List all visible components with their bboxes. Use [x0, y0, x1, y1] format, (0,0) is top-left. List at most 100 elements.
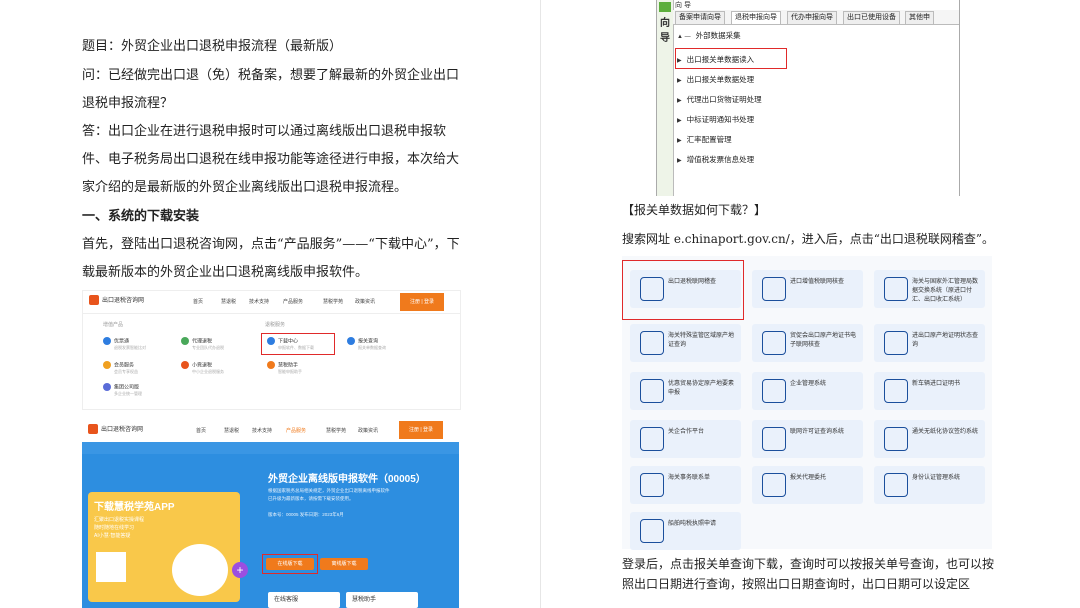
- search-icon: [762, 427, 786, 451]
- software-title: 外贸企业离线版申报软件（00005）: [268, 474, 426, 485]
- download-page-screenshot: 出口退税咨询网 首页 慧退税 技术支持 产品服务 慧税学苑 政策资讯 注册 | …: [82, 418, 459, 608]
- refund-check-highlight: [622, 260, 744, 320]
- download-button-highlight: [262, 554, 318, 574]
- site-logo: 出口退税咨询网: [89, 295, 144, 306]
- nav2-academy[interactable]: 慧税学苑: [326, 427, 346, 434]
- software-desc-1: 根据国家税务总局相关规定，外贸企业出口退税离线申报软件: [268, 488, 390, 493]
- wizard-tabs: 备案申请向导 退税申报向导 代办申报向导 出口已使用设备 其他申: [673, 10, 959, 25]
- promo-line: 随时随地在线学习: [94, 525, 135, 531]
- tile-ccpit-origin[interactable]: 贸促会出口原产地证书电子联网核查: [752, 324, 863, 362]
- id-card-icon: [884, 473, 908, 497]
- crown-icon: [103, 361, 111, 369]
- menu-item-xiaojing[interactable]: 小竟退税 中小企业退税服务: [181, 361, 224, 375]
- data-import-highlight: [675, 48, 787, 69]
- site-logo-2: 出口退税咨询网: [88, 424, 143, 435]
- sub-bar: [82, 442, 459, 454]
- section-heading: 一、系统的下载安装: [82, 209, 200, 224]
- tile-broker-entrust[interactable]: 报关代理委托: [752, 466, 863, 504]
- customs-download-caption: 【报关单数据如何下载？】: [622, 203, 767, 217]
- online-service-card[interactable]: 在线客服: [268, 592, 340, 608]
- question-paragraph: 问：已经做完出口退（免）税备案，想要了解最新的外贸企业出口退税申报流程？: [82, 68, 460, 111]
- app-promo[interactable]: 下载慧税学苑APP 汇聚出口退税实操课程 随时随地在线学习 AI小慧·智能答疑: [88, 492, 240, 602]
- tile-partnership[interactable]: 关企合作平台: [630, 420, 741, 458]
- tile-preferential-origin[interactable]: 优惠贸易协定原产地要素申报: [630, 372, 741, 410]
- nav-policy[interactable]: 政策资讯: [355, 298, 375, 305]
- nav2-products[interactable]: 产品服务: [286, 427, 306, 434]
- software-desc-2: 已升级为最新版本，请按需下载安装使用。: [268, 496, 354, 501]
- nav-huituishui[interactable]: 慧退税: [221, 298, 236, 305]
- tile-origin-status[interactable]: 进出口原产地证明状态查询: [874, 324, 985, 362]
- tab-refund-wizard[interactable]: 退税申报向导: [731, 11, 781, 24]
- nav2-huituishui[interactable]: 慧退税: [224, 427, 239, 434]
- wizard-vertical-tab[interactable]: 向 导: [657, 0, 674, 196]
- site-nav: 出口退税咨询网 首页 慧退税 技术支持 产品服务 慧税学苑 政策资讯 注册 | …: [83, 291, 460, 314]
- building-icon: [640, 427, 664, 451]
- document-icon: [762, 277, 786, 301]
- nav-academy[interactable]: 慧税学苑: [323, 298, 343, 305]
- tile-import-vat-check[interactable]: 进口增值税联网核查: [752, 270, 863, 308]
- tree-item[interactable]: ▶ 汇率配置管理: [677, 134, 732, 145]
- nav2-home[interactable]: 首页: [196, 427, 206, 434]
- promo-title: 下载慧税学苑APP: [94, 502, 175, 513]
- promo-line: AI小慧·智能答疑: [94, 533, 131, 539]
- tree-item[interactable]: ▶ 增值税发票信息处理: [677, 154, 754, 165]
- nav2-tech[interactable]: 技术支持: [252, 427, 272, 434]
- refund-software-screenshot: 向 导 向 导 备案申请向导 退税申报向导 代办申报向导 出口已使用设备 其他申…: [656, 0, 960, 196]
- tree-item[interactable]: ▶ 中标证明通知书处理: [677, 114, 754, 125]
- tree-item[interactable]: ▶ 出口报关单数据处理: [677, 74, 754, 85]
- tab-filing-wizard[interactable]: 备案申请向导: [675, 11, 725, 24]
- wizard-icon: [659, 2, 671, 12]
- site-menu-screenshot: 出口退税咨询网 首页 慧退税 技术支持 产品服务 慧税学苑 政策资讯 注册 | …: [82, 290, 461, 410]
- tab-agent-wizard[interactable]: 代办申报向导: [787, 11, 837, 24]
- vehicle-doc-icon: [884, 379, 908, 403]
- helper-card[interactable]: 慧税助手: [346, 592, 418, 608]
- wizard-label: 向 导: [675, 2, 691, 9]
- building-icon: [103, 383, 111, 391]
- menu-item-agent-refund[interactable]: 代理退税 专业团队代办退税: [181, 337, 224, 351]
- person-icon: [762, 473, 786, 497]
- tab-other[interactable]: 其他申: [905, 11, 934, 24]
- menu-item-huishui-helper[interactable]: 慧税助手 智能申报助手: [267, 361, 302, 375]
- login-button[interactable]: 注册 | 登录: [400, 293, 444, 311]
- tree-root[interactable]: ▲ — 外部数据采集: [677, 30, 741, 41]
- search-doc-icon: [884, 331, 908, 355]
- search-icon: [347, 337, 355, 345]
- tile-customs-contact[interactable]: 海关事务联系单: [630, 466, 741, 504]
- tile-ship-tonnage[interactable]: 船舶吨税执照申请: [630, 512, 741, 550]
- menu-item-customs-query[interactable]: 报关查询 报关单数据查询: [347, 337, 386, 351]
- chinaport-portal-screenshot: 出口退税联网稽查 进口增值税联网核查 海关与国家外汇管理局数据交换系统（原进口付…: [622, 256, 992, 550]
- vtab-char: 向: [660, 18, 670, 29]
- group-label-value-added: 增值产品: [103, 322, 124, 328]
- tile-enterprise-mgmt[interactable]: 企业管理系统: [752, 372, 863, 410]
- tile-license-query[interactable]: 联网许可证查询系统: [752, 420, 863, 458]
- tile-identity-auth[interactable]: 身份认证管理系统: [874, 466, 985, 504]
- tree-item[interactable]: ▶ 代理出口货物证明处理: [677, 94, 762, 105]
- agent-icon: [181, 337, 189, 345]
- download-page-body: 下载慧税学苑APP 汇聚出口退税实操课程 随时随地在线学习 AI小慧·智能答疑 …: [82, 442, 459, 608]
- vtab-char: 导: [660, 33, 670, 44]
- nav-tech-support[interactable]: 技术支持: [249, 298, 269, 305]
- qr-code: [96, 552, 126, 582]
- eye-icon: [640, 331, 664, 355]
- nav-home[interactable]: 首页: [193, 298, 203, 305]
- nav2-policy[interactable]: 政策资讯: [358, 427, 378, 434]
- answer-paragraph: 答：出口企业在进行退税申报时可以通过离线版出口退税申报软件、电子税务局出口退税在…: [82, 124, 460, 195]
- left-page: 题目：外贸企业出口退税申报流程（最新版） 问：已经做完出口退（免）税备案，想要了…: [0, 0, 540, 608]
- menu-item-youpiaotong[interactable]: 优票通 退税发票智能比对: [103, 337, 146, 351]
- menu-item-membership[interactable]: 会员服务 会员专享权益: [103, 361, 138, 375]
- tile-special-zone-origin[interactable]: 海关特殊监管区域原产地证查询: [630, 324, 741, 362]
- article-title: 题目：外贸企业出口退税申报流程（最新版）: [82, 39, 343, 54]
- tile-customs-forex[interactable]: 海关与国家外汇管理局数据交换系统（原进口付汇、出口收汇系统）: [874, 270, 985, 308]
- login-button-2[interactable]: 注册 | 登录: [399, 421, 443, 439]
- tile-paperless-signing[interactable]: 通关无纸化协议签约系统: [874, 420, 985, 458]
- plus-icon[interactable]: +: [232, 562, 248, 578]
- xiaojing-icon: [181, 361, 189, 369]
- invoice-icon: [103, 337, 111, 345]
- nav-products[interactable]: 产品服务: [283, 298, 303, 305]
- enterprise-icon: [762, 379, 786, 403]
- right-page: 向 导 向 导 备案申请向导 退税申报向导 代办申报向导 出口已使用设备 其他申…: [541, 0, 1080, 608]
- tile-new-vehicle[interactable]: 新车辆进口证明书: [874, 372, 985, 410]
- menu-item-group[interactable]: 集团公司版 多企业统一管理: [103, 383, 142, 397]
- offline-download-button[interactable]: 离线版下载: [320, 558, 368, 570]
- tab-used-equipment[interactable]: 出口已使用设备: [843, 11, 900, 24]
